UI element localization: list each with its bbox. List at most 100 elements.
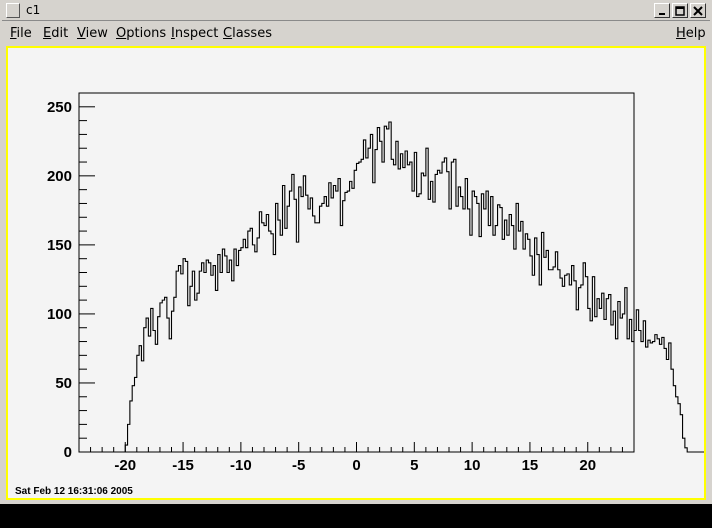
menu-help[interactable]: Help	[676, 26, 706, 41]
menu-file[interactable]: File	[10, 26, 32, 41]
minimize-icon	[659, 13, 665, 15]
histogram-bin	[394, 165, 396, 452]
histogram-plot[interactable]: -20 -15 -10 -5 0 5 10 15 20050100150200250	[8, 48, 704, 498]
histogram-bin	[426, 148, 428, 452]
histogram-bin	[685, 448, 687, 452]
histogram-bin	[505, 220, 507, 452]
histogram-bin	[606, 299, 608, 452]
histogram-bin	[431, 181, 433, 452]
histogram-bin	[158, 317, 160, 452]
histogram-bin	[188, 306, 190, 452]
minimize-button[interactable]	[654, 3, 670, 18]
menu-view[interactable]: View	[77, 26, 108, 41]
histogram-bin	[523, 249, 525, 452]
histogram-bin	[340, 226, 342, 452]
histogram-bin	[588, 308, 590, 452]
menu-bar: File Edit View Options Inspect Classes H…	[2, 24, 710, 44]
histogram-bin	[243, 239, 245, 452]
maximize-button[interactable]	[672, 3, 688, 18]
histogram-bin	[479, 237, 481, 452]
histogram-bin	[141, 361, 143, 452]
histogram-bin	[262, 223, 264, 452]
histogram-bin	[569, 285, 571, 452]
histogram-bin	[678, 404, 680, 452]
histogram-bin	[174, 297, 176, 452]
histogram-bin	[463, 209, 465, 452]
title-bar[interactable]: c1	[2, 2, 710, 21]
histogram-bin	[412, 191, 414, 452]
histogram-bin	[449, 209, 451, 452]
histogram-bin	[185, 261, 187, 452]
menu-classes[interactable]: Classes	[223, 26, 272, 41]
histogram-bin	[363, 140, 365, 452]
histogram-bin	[528, 239, 530, 452]
histogram-bin	[218, 255, 220, 452]
histogram-bin	[345, 192, 347, 452]
histogram-bin	[629, 319, 631, 452]
histogram-bin	[308, 209, 310, 452]
histogram-bin	[285, 228, 287, 452]
histogram-bin	[511, 226, 513, 452]
histogram-bin	[477, 203, 479, 452]
histogram-bin	[500, 208, 502, 452]
histogram-bin	[220, 273, 222, 453]
histogram-bin	[209, 263, 211, 452]
histogram-bin	[303, 176, 305, 452]
histogram-bin	[417, 197, 419, 452]
histogram-bin	[558, 270, 560, 452]
histogram-bin	[616, 339, 618, 452]
histogram-bin	[627, 339, 629, 452]
histogram-bin	[343, 201, 345, 452]
histogram-bin	[252, 245, 254, 452]
histogram-bin	[317, 223, 319, 452]
histogram-bin	[648, 340, 650, 452]
histogram-bin	[666, 359, 668, 452]
histogram-bin	[324, 197, 326, 452]
histogram-bin	[560, 278, 562, 452]
histogram-bin	[525, 234, 527, 452]
histogram-bin	[680, 415, 682, 452]
histogram-bin	[359, 162, 361, 452]
histogram-bin	[641, 342, 643, 452]
canvas-frame[interactable]: -20 -15 -10 -5 0 5 10 15 20 0 50 100 150 200 250 Sat F…	[6, 46, 706, 500]
window-title: c1	[26, 3, 41, 17]
histogram-bin	[562, 286, 564, 452]
histogram-bin	[579, 288, 581, 452]
histogram-bin	[421, 173, 423, 452]
histogram-bin	[546, 250, 548, 452]
histogram-bin	[294, 199, 296, 452]
histogram-bin	[590, 321, 592, 452]
histogram-bin	[326, 206, 328, 452]
histogram-bin	[683, 438, 685, 452]
menu-options[interactable]: Options	[116, 26, 166, 41]
histogram-bin	[424, 176, 426, 452]
histogram-bin	[225, 256, 227, 452]
menu-inspect[interactable]: Inspect	[171, 26, 218, 41]
histogram-bin	[215, 290, 217, 452]
histogram-bin	[292, 174, 294, 452]
histogram-bin	[148, 336, 150, 452]
histogram-bin	[671, 369, 673, 452]
histogram-bin	[377, 128, 379, 452]
histogram-bin	[440, 173, 442, 452]
window-menu-icon[interactable]	[6, 3, 20, 18]
histogram-bin	[271, 234, 273, 452]
menu-edit[interactable]: Edit	[43, 26, 68, 41]
histogram-bin	[190, 286, 192, 452]
histogram-bin	[634, 330, 636, 452]
histogram-bin	[574, 281, 576, 452]
close-button[interactable]	[690, 3, 706, 18]
histogram-bin	[611, 325, 613, 452]
histogram-bin	[146, 318, 148, 452]
histogram-bin	[255, 252, 257, 452]
histogram-bin	[266, 215, 268, 452]
histogram-bin	[592, 277, 594, 452]
x-tick-label: 5	[410, 457, 418, 474]
histogram-bin	[551, 270, 553, 452]
histogram-bin	[315, 223, 317, 452]
histogram-bin	[581, 285, 583, 452]
histogram-bin	[465, 179, 467, 452]
histogram-bin	[400, 154, 402, 452]
y-tick-label: 0	[64, 444, 72, 461]
histogram-bin	[502, 239, 504, 452]
